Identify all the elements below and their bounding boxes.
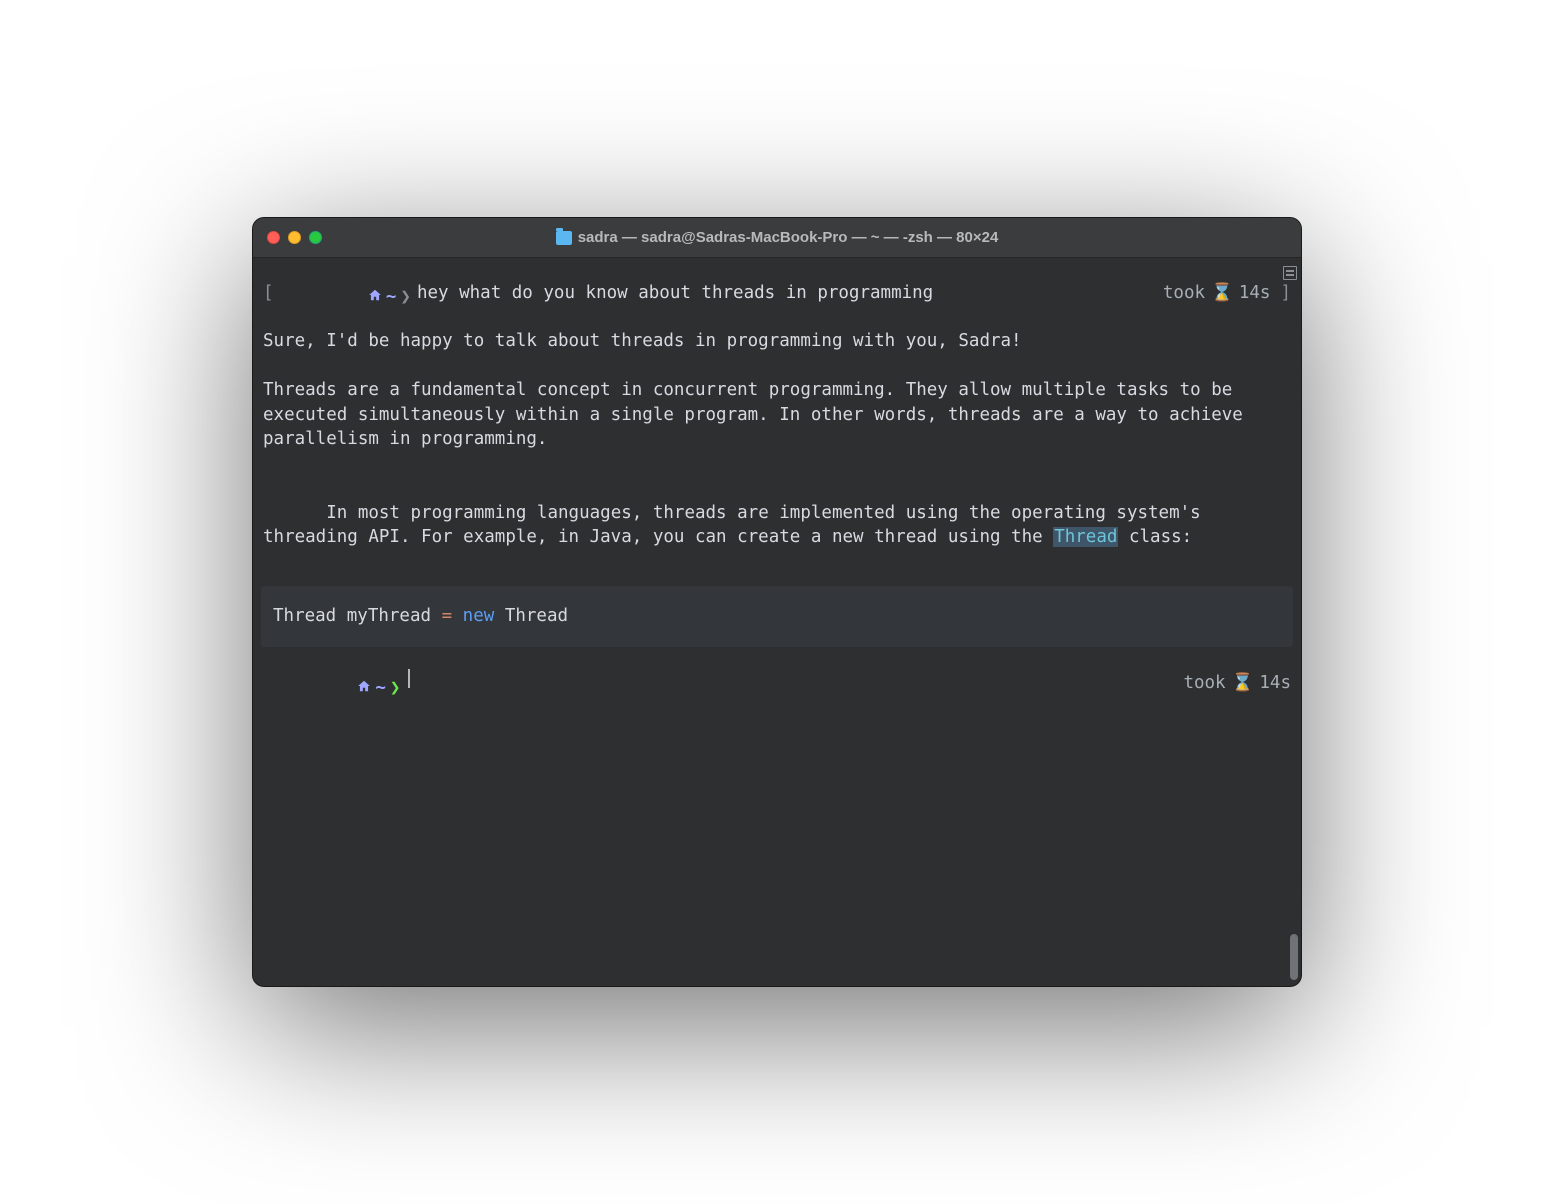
window-title: sadra — sadra@Sadras-MacBook-Pro — ~ — -… — [253, 229, 1301, 246]
response-line-1: Sure, I'd be happy to talk about threads… — [263, 329, 1291, 354]
prompt-line-2[interactable]: ~ ❯ took ⌛ 14s — [263, 657, 1291, 720]
terminal-window: sadra — sadra@Sadras-MacBook-Pro — ~ — -… — [252, 217, 1302, 987]
zoom-button[interactable] — [309, 231, 322, 244]
prompt-icons: ~ ❯ — [274, 266, 411, 329]
took-label: took — [1163, 281, 1205, 306]
hourglass-icon: ⌛ — [1211, 281, 1233, 306]
tilde: ~ — [386, 285, 397, 310]
response-para-3b: class: — [1118, 527, 1192, 547]
home-icon — [278, 266, 382, 329]
code-new-keyword: new — [463, 606, 495, 626]
command-text: hey what do you know about threads in pr… — [417, 281, 933, 306]
blank-line — [263, 452, 1291, 477]
scrollbar-thumb[interactable] — [1290, 934, 1298, 980]
close-button[interactable] — [267, 231, 280, 244]
response-para-2: Threads are a fundamental concept in con… — [263, 378, 1291, 452]
home-icon — [267, 657, 371, 720]
code-t2: Thread — [494, 606, 568, 626]
window-title-text: sadra — sadra@Sadras-MacBook-Pro — ~ — -… — [578, 229, 999, 246]
page-indicator-icon — [1283, 266, 1297, 280]
chevron-icon: ❯ — [400, 285, 411, 310]
tilde: ~ — [375, 676, 386, 701]
timing-info: took ⌛ 14s — [1183, 671, 1291, 696]
duration: 14s — [1239, 281, 1271, 306]
hourglass-icon: ⌛ — [1232, 671, 1254, 696]
chevron-icon: ❯ — [390, 676, 401, 701]
code-block: Thread myThread = new Thread — [261, 586, 1293, 647]
highlighted-thread-word: Thread — [1053, 527, 1118, 547]
terminal-body[interactable]: [ ~ ❯ hey what do you know about threads… — [253, 258, 1301, 986]
duration: 14s — [1259, 671, 1291, 696]
folder-icon — [556, 231, 572, 245]
window-controls — [267, 231, 322, 244]
open-bracket: [ — [263, 281, 274, 306]
close-bracket: ] — [1280, 281, 1291, 306]
prompt-line-1: [ ~ ❯ hey what do you know about threads… — [263, 266, 1291, 329]
timing-info: took ⌛ 14s ] — [1163, 281, 1291, 306]
cursor — [408, 669, 410, 688]
blank-line — [263, 354, 1291, 379]
prompt-icons: ~ ❯ — [263, 657, 400, 720]
response-para-3: In most programming languages, threads a… — [263, 476, 1291, 574]
code-eq: = — [442, 606, 453, 626]
code-t1: Thread myThread — [273, 606, 442, 626]
code-sp — [452, 606, 463, 626]
titlebar[interactable]: sadra — sadra@Sadras-MacBook-Pro — ~ — -… — [253, 218, 1301, 258]
minimize-button[interactable] — [288, 231, 301, 244]
took-label: took — [1183, 671, 1225, 696]
